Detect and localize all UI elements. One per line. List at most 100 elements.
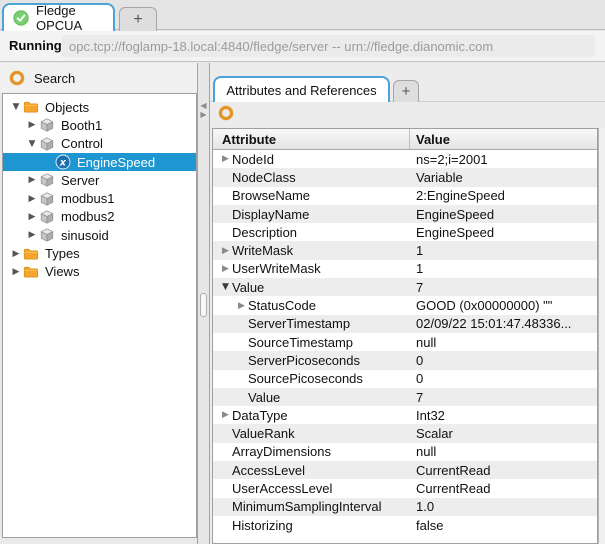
tree-item-views[interactable]: ▶ Views	[3, 263, 196, 281]
attributes-tab-label: Attributes and References	[226, 82, 377, 98]
tree-item-label: Types	[45, 246, 80, 262]
attribute-row-value[interactable]: Value 7	[213, 387, 597, 407]
expand-arrow-icon[interactable]: ▶	[219, 264, 232, 274]
splitter-collapse-arrows[interactable]: ◀ ▶	[198, 101, 209, 119]
connection-status: Running	[9, 38, 62, 53]
tree-item-label: modbus2	[61, 209, 115, 225]
collapse-arrow-icon[interactable]: ▼	[9, 102, 23, 112]
variable-icon: x	[55, 154, 71, 170]
expand-arrow-icon[interactable]: ▶	[219, 246, 232, 256]
attribute-name: Value	[232, 279, 265, 295]
server-address-field[interactable]: opc.tcp://foglamp-18.local:4840/fledge/s…	[62, 35, 595, 57]
attribute-row-valuerank[interactable]: ValueRank Scalar	[213, 424, 597, 443]
tree-item-server[interactable]: ▶ Server	[3, 171, 196, 189]
cube-icon	[39, 191, 55, 207]
attribute-row-browsename[interactable]: BrowseName 2:EngineSpeed	[213, 187, 597, 205]
attribute-value: EngineSpeed	[416, 224, 495, 240]
attribute-row-sourcetimestamp[interactable]: SourceTimestamp null	[213, 333, 597, 351]
attribute-row-accesslevel[interactable]: AccessLevel CurrentRead	[213, 461, 597, 480]
expand-arrow-icon[interactable]: ▶	[219, 154, 232, 164]
splitter-grip[interactable]	[200, 293, 207, 317]
new-connection-tab-button[interactable]: +	[119, 7, 157, 31]
column-header-attribute[interactable]: Attribute	[213, 129, 410, 149]
attribute-row-servertimestamp[interactable]: ServerTimestamp 02/09/22 15:01:47.48336..…	[213, 314, 597, 333]
attributes-table-header[interactable]: Attribute Value	[213, 129, 597, 150]
tab-fledge-opcua[interactable]: Fledge OPCUA	[2, 3, 115, 33]
attribute-name: WriteMask	[232, 243, 294, 259]
attribute-value: 02/09/22 15:01:47.48336...	[416, 316, 572, 332]
attribute-row-datatype[interactable]: ▶ DataType Int32	[213, 406, 597, 424]
tree-item-label: Booth1	[61, 117, 103, 133]
collapse-arrow-icon[interactable]: ▼	[219, 282, 232, 292]
attribute-name: MinimumSamplingInterval	[232, 499, 382, 515]
tree-item-types[interactable]: ▶ Types	[3, 244, 196, 262]
attribute-row-nodeid[interactable]: ▶ NodeId ns=2;i=2001	[213, 150, 597, 168]
tab-attributes-and-references[interactable]: Attributes and References	[213, 76, 390, 102]
expand-arrow-icon[interactable]: ▶	[25, 175, 39, 185]
svg-text:x: x	[59, 157, 67, 168]
collapse-arrow-icon[interactable]: ▼	[25, 139, 39, 149]
cube-icon	[39, 117, 55, 133]
attribute-value: 7	[416, 279, 424, 295]
attribute-name: AccessLevel	[232, 462, 305, 478]
attribute-row-sourcepicoseconds[interactable]: SourcePicoseconds 0	[213, 370, 597, 388]
folder-icon	[23, 99, 39, 115]
attribute-row-serverpicoseconds[interactable]: ServerPicoseconds 0	[213, 351, 597, 370]
tree-item-modbus2[interactable]: ▶ modbus2	[3, 208, 196, 226]
attributes-panel: Attributes and References + Attribute Va…	[210, 63, 605, 544]
tree-item-label: Server	[61, 172, 100, 188]
expand-arrow-icon[interactable]: ▶	[9, 267, 23, 277]
attribute-value: 1	[416, 261, 424, 277]
attribute-value: CurrentRead	[416, 480, 491, 496]
attribute-row-useraccesslevel[interactable]: UserAccessLevel CurrentRead	[213, 479, 597, 497]
attribute-row-displayname[interactable]: DisplayName EngineSpeed	[213, 204, 597, 224]
right-scroll-strip[interactable]	[598, 128, 605, 544]
attribute-name: NodeId	[232, 151, 274, 167]
attribute-value: CurrentRead	[416, 462, 491, 478]
refresh-attributes-icon[interactable]	[218, 105, 234, 121]
tree-item-label: Views	[45, 264, 80, 280]
attribute-row-nodeclass[interactable]: NodeClass Variable	[213, 168, 597, 187]
attribute-value: 1	[416, 243, 424, 259]
attribute-row-historizing[interactable]: Historizing false	[213, 516, 597, 534]
address-space-tree: ▼ Objects ▶ Booth1 ▼ Control x EngineSpeed ▶ Serv…	[2, 93, 197, 538]
attribute-value: 1.0	[416, 499, 435, 515]
connection-bar: Running opc.tcp://foglamp-18.local:4840/…	[0, 31, 605, 62]
attribute-row-writemask[interactable]: ▶ WriteMask 1	[213, 241, 597, 260]
attribute-row-description[interactable]: Description EngineSpeed	[213, 223, 597, 241]
tree-item-sinusoid[interactable]: ▶ sinusoid	[3, 226, 196, 244]
attribute-row-arraydimensions[interactable]: ArrayDimensions null	[213, 443, 597, 461]
new-view-tab-button[interactable]: +	[393, 80, 419, 102]
search-spinner-icon[interactable]	[9, 70, 25, 86]
cube-icon	[39, 136, 55, 152]
tree-item-objects[interactable]: ▼ Objects	[3, 98, 196, 116]
expand-arrow-icon[interactable]: ▶	[9, 249, 23, 259]
tree-item-modbus1[interactable]: ▶ modbus1	[3, 189, 196, 207]
expand-arrow-icon[interactable]: ▶	[219, 410, 232, 420]
attribute-value: Variable	[416, 169, 463, 185]
attribute-row-value[interactable]: ▼ Value 7	[213, 278, 597, 297]
column-header-value[interactable]: Value	[410, 129, 597, 149]
attribute-name: StatusCode	[248, 298, 316, 314]
panel-splitter[interactable]: ◀ ▶	[197, 63, 210, 544]
expand-arrow-icon[interactable]: ▶	[25, 230, 39, 240]
attribute-name: NodeClass	[232, 169, 296, 185]
attribute-value: null	[416, 334, 437, 350]
attribute-row-minimumsamplinginterval[interactable]: MinimumSamplingInterval 1.0	[213, 497, 597, 516]
tree-item-control[interactable]: ▼ Control	[3, 135, 196, 153]
tree-item-enginespeed[interactable]: x EngineSpeed	[3, 152, 196, 172]
attribute-row-statuscode[interactable]: ▶ StatusCode GOOD (0x00000000) ""	[213, 296, 597, 314]
attribute-value: 2:EngineSpeed	[416, 188, 505, 204]
expand-arrow-icon[interactable]: ▶	[25, 194, 39, 204]
tree-item-label: Control	[61, 136, 103, 152]
attribute-row-userwritemask[interactable]: ▶ UserWriteMask 1	[213, 260, 597, 278]
window-tab-bar: Fledge OPCUA +	[0, 0, 605, 33]
attribute-name: DataType	[232, 407, 288, 423]
tree-item-label: sinusoid	[61, 227, 109, 243]
tree-item-booth1[interactable]: ▶ Booth1	[3, 116, 196, 134]
tab-label: Fledge OPCUA	[36, 3, 83, 33]
attribute-value: 0	[416, 371, 424, 387]
expand-arrow-icon[interactable]: ▶	[25, 120, 39, 130]
expand-arrow-icon[interactable]: ▶	[25, 212, 39, 222]
expand-arrow-icon[interactable]: ▶	[235, 301, 248, 311]
